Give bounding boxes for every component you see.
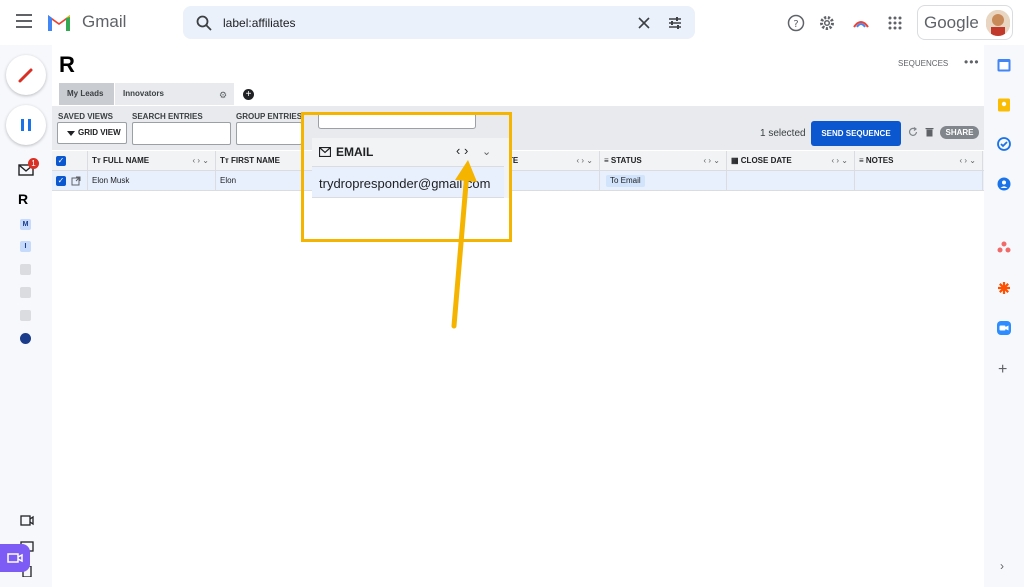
- column-header-date[interactable]: TE ‹ › ⌄: [504, 151, 600, 171]
- main-menu-icon[interactable]: [16, 14, 32, 28]
- left-rail: 1 R M I: [0, 45, 52, 587]
- unread-badge: 1: [28, 158, 39, 169]
- list-icon: ≡: [604, 156, 611, 165]
- notes-cell[interactable]: [855, 171, 983, 191]
- column-controls[interactable]: ‹ › ⌄: [193, 151, 209, 171]
- contacts-icon[interactable]: [997, 177, 1011, 191]
- tab-settings-icon[interactable]: ⚙: [219, 90, 227, 101]
- gear-icon[interactable]: [818, 14, 836, 32]
- column-controls[interactable]: ‹ › ⌄: [960, 151, 976, 171]
- filter-icon[interactable]: [20, 264, 31, 275]
- text-type-icon: Tт: [220, 156, 229, 165]
- checkbox-cell: [52, 171, 88, 191]
- pause-button[interactable]: [6, 105, 46, 145]
- sequences-link[interactable]: SEQUENCES: [898, 59, 948, 68]
- search-bar[interactable]: label:affiliates: [183, 6, 695, 39]
- grid-header: ✓ Tт FULL NAME ‹ › ⌄ Tт FIRST NAME TE ‹ …: [52, 151, 984, 171]
- date-cell[interactable]: [504, 171, 600, 191]
- trash-icon[interactable]: [925, 127, 934, 137]
- search-entries-label: SEARCH ENTRIES: [132, 112, 203, 121]
- zoom-icon[interactable]: [997, 321, 1011, 335]
- close-date-cell[interactable]: [727, 171, 855, 191]
- meet-video-button[interactable]: [0, 544, 30, 572]
- selected-count: 1 selected: [760, 128, 806, 139]
- chevron-right-icon[interactable]: ›: [1000, 559, 1004, 573]
- right-rail: + ›: [984, 45, 1024, 587]
- gmail-logo-icon[interactable]: [46, 11, 72, 33]
- status-cell[interactable]: To Email: [600, 171, 727, 191]
- notes-icon: ≡: [859, 156, 866, 165]
- close-icon[interactable]: [636, 15, 652, 31]
- column-controls[interactable]: ‹ › ⌄: [577, 151, 593, 171]
- help-circle-icon[interactable]: [20, 333, 31, 344]
- search-options-icon[interactable]: [667, 15, 683, 31]
- toolbar: SAVED VIEWS SEARCH ENTRIES GROUP ENTRIES…: [52, 106, 984, 150]
- grid-view-dropdown[interactable]: GRID VIEW: [57, 122, 127, 144]
- asana-icon[interactable]: [997, 240, 1011, 254]
- zapier-icon[interactable]: [997, 281, 1011, 295]
- group-entries-label: GROUP ENTRIES: [236, 112, 303, 121]
- rail-square-m[interactable]: M: [20, 219, 31, 230]
- column-header-full-name[interactable]: Tт FULL NAME ‹ › ⌄: [88, 151, 216, 171]
- search-entries-input[interactable]: [132, 122, 231, 145]
- share-button[interactable]: SHARE: [940, 126, 979, 139]
- video-icon[interactable]: [20, 515, 34, 526]
- pencil-icon: [18, 68, 33, 83]
- apps-grid-icon[interactable]: [886, 14, 904, 32]
- avatar[interactable]: [986, 10, 1010, 36]
- swap-icon[interactable]: [20, 287, 31, 298]
- caret-down-icon: [67, 131, 75, 136]
- calendar-icon: ▦: [731, 156, 741, 165]
- column-header-notes[interactable]: ≡ NOTES ‹ › ⌄: [855, 151, 983, 171]
- streak-r-icon[interactable]: R: [18, 191, 28, 207]
- streak-logo[interactable]: R: [59, 52, 75, 78]
- keep-icon[interactable]: [997, 98, 1011, 112]
- grid-view-label: GRID VIEW: [78, 128, 121, 137]
- more-options-icon[interactable]: •••: [964, 55, 980, 69]
- tasks-icon[interactable]: [997, 137, 1011, 151]
- column-controls[interactable]: ‹ › ⌄: [704, 151, 720, 171]
- pause-icon: [21, 119, 31, 131]
- rainbow-addon-icon[interactable]: [852, 14, 870, 32]
- add-addon-icon[interactable]: +: [998, 361, 1007, 379]
- column-controls[interactable]: ‹ › ⌄: [832, 151, 848, 171]
- streak-panel: R SEQUENCES ••• My Leads Innovators ⚙ + …: [52, 45, 984, 587]
- top-bar: Gmail label:affiliates ? Google: [0, 0, 1024, 45]
- column-header-status[interactable]: ≡ STATUS ‹ › ⌄: [600, 151, 727, 171]
- checkbox-column-header: [52, 151, 88, 171]
- table-row[interactable]: ✓ Elon Musk Elon To Email: [52, 171, 984, 191]
- group-entries-input[interactable]: [236, 122, 302, 145]
- search-icon[interactable]: [195, 14, 213, 32]
- full-name-cell[interactable]: Elon Musk: [88, 171, 216, 191]
- text-type-icon: Tт: [92, 156, 101, 165]
- saved-views-label: SAVED VIEWS: [58, 112, 113, 121]
- google-wordmark: Google: [924, 13, 979, 32]
- tab-my-leads[interactable]: My Leads: [59, 83, 114, 105]
- highlight-box: [301, 112, 512, 242]
- svg-text:?: ?: [793, 19, 798, 30]
- column-header-close-date[interactable]: ▦ CLOSE DATE ‹ › ⌄: [727, 151, 855, 171]
- account-chip[interactable]: Google: [917, 5, 1013, 40]
- search-input[interactable]: label:affiliates: [223, 16, 296, 30]
- clock-icon[interactable]: [20, 310, 31, 321]
- status-badge: To Email: [606, 175, 645, 187]
- compose-button[interactable]: [6, 55, 46, 95]
- help-icon[interactable]: ?: [787, 14, 805, 32]
- gmail-wordmark: Gmail: [82, 12, 127, 31]
- send-sequence-button[interactable]: SEND SEQUENCE: [811, 121, 901, 146]
- calendar-icon[interactable]: [997, 58, 1011, 72]
- rail-square-i[interactable]: I: [20, 241, 31, 252]
- refresh-icon[interactable]: [908, 127, 918, 137]
- camera-icon: [7, 553, 23, 563]
- add-tab-button[interactable]: +: [243, 89, 254, 100]
- tab-innovators[interactable]: Innovators: [115, 83, 234, 105]
